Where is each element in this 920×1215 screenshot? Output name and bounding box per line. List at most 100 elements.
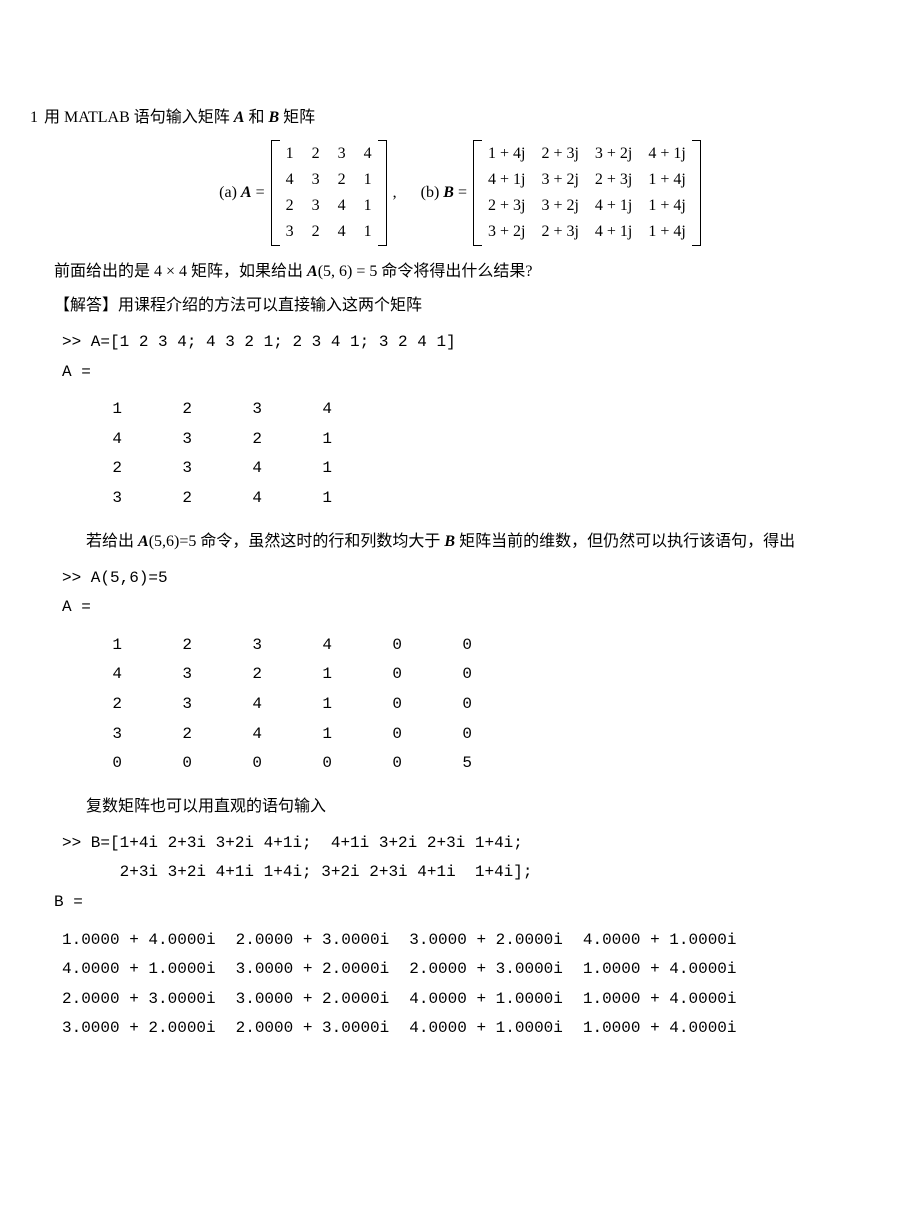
output-cell: 0 xyxy=(412,631,482,661)
output-row: 1234 xyxy=(62,395,890,425)
matrix-cell: 4 xyxy=(338,194,346,218)
label-a: (a) A = xyxy=(219,181,264,205)
output-cell: 2 xyxy=(132,484,202,514)
output-cell: 0 xyxy=(342,631,412,661)
output-row: 2.0000 + 3.0000i3.0000 + 2.0000i4.0000 +… xyxy=(62,985,890,1015)
matrix-cell: 1 xyxy=(286,142,294,166)
output-cell: 4 xyxy=(272,395,342,425)
output-cell: 5 xyxy=(412,749,482,779)
output-cell: 0 xyxy=(342,690,412,720)
text: (a) xyxy=(219,184,241,201)
output-cell: 0 xyxy=(342,720,412,750)
output-cell: 0 xyxy=(202,749,272,779)
output-cell: 1 xyxy=(272,660,342,690)
matrices-row: (a) A = 1234432123413241 , (b) B = 1 + 4… xyxy=(30,140,890,246)
matrix-cell: 3 + 2j xyxy=(541,194,578,218)
code-line: B = xyxy=(54,893,83,911)
matrix-cell: 3 + 2j xyxy=(595,142,632,166)
para-3: 复数矩阵也可以用直观的语句输入 xyxy=(54,795,890,819)
output-cell: 1.0000 + 4.0000i xyxy=(583,985,737,1015)
code-line: >> A=[1 2 3 4; 4 3 2 1; 2 3 4 1; 3 2 4 1… xyxy=(62,333,456,351)
output-cell: 4.0000 + 1.0000i xyxy=(62,955,216,985)
comma: , xyxy=(393,181,397,205)
output-cell: 1 xyxy=(272,454,342,484)
matrix-cell: 2 xyxy=(286,194,294,218)
output-cell: 2.0000 + 3.0000i xyxy=(409,955,563,985)
matrix-cell: 2 xyxy=(338,168,346,192)
text: 和 xyxy=(244,109,268,126)
text: 用 MATLAB 语句输入矩阵 xyxy=(44,109,234,126)
code-line: >> A(5,6)=5 xyxy=(62,569,168,587)
output-cell: 0 xyxy=(412,690,482,720)
output-cell: 3.0000 + 2.0000i xyxy=(236,985,390,1015)
output-cell: 0 xyxy=(132,749,202,779)
answer-para: 【解答】用课程介绍的方法可以直接输入这两个矩阵 xyxy=(54,294,890,318)
output-cell: 2.0000 + 3.0000i xyxy=(236,926,390,956)
output-cell: 1 xyxy=(272,690,342,720)
answer-label: 【解答】 xyxy=(54,297,118,314)
code-line: A = xyxy=(62,363,91,381)
code-line: 2+3i 3+2i 4+1i 1+4i; 3+2i 2+3i 4+1i 1+4i… xyxy=(62,863,532,881)
text: = xyxy=(454,184,467,201)
output-cell: 0 xyxy=(412,720,482,750)
output-cell: 1.0000 + 4.0000i xyxy=(62,926,216,956)
question-para: 前面给出的是 4 × 4 矩阵，如果给出 A(5, 6) = 5 命令将得出什么… xyxy=(54,260,890,284)
output-cell: 1.0000 + 4.0000i xyxy=(583,1014,737,1044)
output-row: 1.0000 + 4.0000i2.0000 + 3.0000i3.0000 +… xyxy=(62,926,890,956)
matrix-A: 1234432123413241 xyxy=(271,140,387,246)
output-cell: 4 xyxy=(62,425,132,455)
output-row: 432100 xyxy=(62,660,890,690)
code-block-1: >> A=[1 2 3 4; 4 3 2 1; 2 3 4 1; 3 2 4 1… xyxy=(62,328,890,387)
output-row: 3241 xyxy=(62,484,890,514)
output-row: 324100 xyxy=(62,720,890,750)
output-row: 4.0000 + 1.0000i3.0000 + 2.0000i2.0000 +… xyxy=(62,955,890,985)
output-cell: 3 xyxy=(132,454,202,484)
output-cell: 2 xyxy=(202,425,272,455)
var-B: B xyxy=(268,109,279,126)
matrix-cell: 2 + 3j xyxy=(541,220,578,244)
output-cell: 3 xyxy=(202,395,272,425)
code-line: A = xyxy=(62,598,91,616)
output-cell: 2.0000 + 3.0000i xyxy=(236,1014,390,1044)
text: 命令，虽然这时的行和列数均大于 xyxy=(196,533,444,550)
output-row: 123400 xyxy=(62,631,890,661)
problem-text: 用 MATLAB 语句输入矩阵 A 和 B 矩阵 xyxy=(44,106,315,130)
output-cell: 0 xyxy=(412,660,482,690)
matrix-cell: 1 + 4j xyxy=(488,142,525,166)
matrix-cell: 4 xyxy=(286,168,294,192)
output-cell: 2 xyxy=(132,395,202,425)
matrix-cell: 1 + 4j xyxy=(648,220,685,244)
code-block-2: >> A(5,6)=5 A = xyxy=(62,564,890,623)
text: 若给出 xyxy=(86,533,138,550)
text: 命令将得出什么结果? xyxy=(377,263,532,280)
matrix-B-block: (b) B = 1 + 4j2 + 3j3 + 2j4 + 1j4 + 1j3 … xyxy=(421,140,701,246)
var-A: A xyxy=(138,533,149,550)
output-cell: 0 xyxy=(342,749,412,779)
text: 矩阵 xyxy=(279,109,315,126)
matrix-cell: 3 + 2j xyxy=(488,220,525,244)
matrix-cell: 4 + 1j xyxy=(595,194,632,218)
output-cell: 0 xyxy=(62,749,132,779)
matrix-cell: 1 + 4j xyxy=(648,194,685,218)
output-cell: 3 xyxy=(132,660,202,690)
output-cell: 1 xyxy=(272,720,342,750)
matrix-B-grid: 1 + 4j2 + 3j3 + 2j4 + 1j4 + 1j3 + 2j2 + … xyxy=(482,140,692,246)
output-cell: 4 xyxy=(272,631,342,661)
output-cell: 3 xyxy=(202,631,272,661)
output-cell: 2 xyxy=(132,631,202,661)
matrix-cell: 1 xyxy=(364,220,372,244)
matrix-cell: 2 xyxy=(312,142,320,166)
output-cell: 0 xyxy=(272,749,342,779)
output-cell: 3.0000 + 2.0000i xyxy=(62,1014,216,1044)
output-cell: 1 xyxy=(62,395,132,425)
output-cell: 2.0000 + 3.0000i xyxy=(62,985,216,1015)
matrix-B: 1 + 4j2 + 3j3 + 2j4 + 1j4 + 1j3 + 2j2 + … xyxy=(473,140,701,246)
matrix-cell: 4 xyxy=(338,220,346,244)
text: 前面给出的是 4 × 4 矩阵，如果给出 xyxy=(54,263,307,280)
matrix-cell: 1 xyxy=(364,194,372,218)
output-cell: 4 xyxy=(62,660,132,690)
code-block-3: >> B=[1+4i 2+3i 3+2i 4+1i; 4+1i 3+2i 2+3… xyxy=(62,829,890,918)
var-A: A xyxy=(234,109,245,126)
bracket-right-icon xyxy=(692,140,701,246)
output-cell: 2 xyxy=(202,660,272,690)
